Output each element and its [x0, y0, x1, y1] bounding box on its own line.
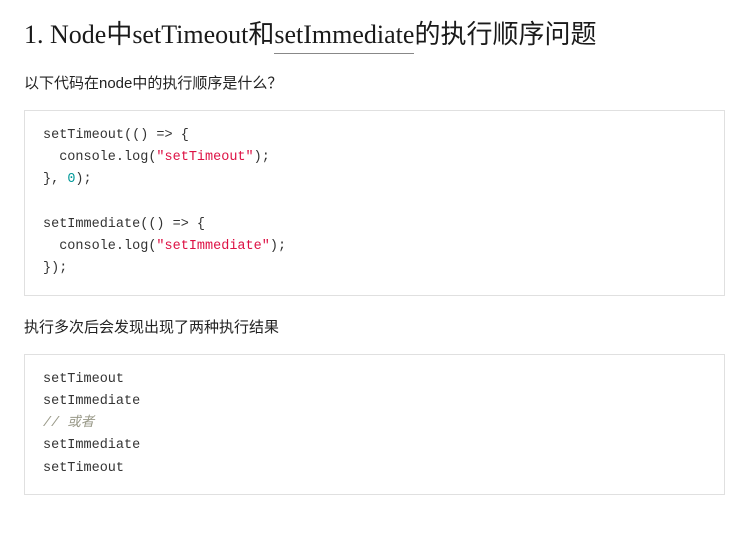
output-line: setImmediate — [43, 394, 140, 409]
code-token: console.log( — [43, 150, 156, 165]
section-heading: 1. Node中setTimeout和setImmediate的执行顺序问题 — [24, 18, 725, 54]
code-token: setTimeout — [43, 128, 124, 143]
intro-paragraph: 以下代码在node中的执行顺序是什么？ — [24, 72, 725, 96]
code-token: (() — [140, 217, 172, 232]
code-token: ); — [270, 239, 286, 254]
code-string: "setImmediate" — [156, 239, 269, 254]
code-token: ); — [75, 172, 91, 187]
code-comment: // 或者 — [43, 416, 94, 431]
code-block-1: setTimeout(() => { console.log("setTimeo… — [24, 110, 725, 296]
code-token: setImmediate — [43, 217, 140, 232]
output-line: setImmediate — [43, 438, 140, 453]
code-token: ); — [254, 150, 270, 165]
heading-underlined: setImmediate — [274, 18, 414, 54]
code-token: (() — [124, 128, 156, 143]
heading-prefix: 1. Node中setTimeout和 — [24, 20, 274, 49]
code-token: }); — [43, 261, 67, 276]
result-paragraph: 执行多次后会发现出现了两种执行结果 — [24, 316, 725, 340]
code-string: "setTimeout" — [156, 150, 253, 165]
code-token: }, — [43, 172, 67, 187]
code-block-2: setTimeout setImmediate // 或者 setImmedia… — [24, 354, 725, 495]
code-token: { — [189, 217, 205, 232]
code-token: => — [173, 217, 189, 232]
code-token: console.log( — [43, 239, 156, 254]
output-line: setTimeout — [43, 372, 124, 387]
output-line: setTimeout — [43, 461, 124, 476]
code-token: => — [156, 128, 172, 143]
heading-suffix: 的执行顺序问题 — [414, 20, 596, 49]
code-token: { — [173, 128, 189, 143]
